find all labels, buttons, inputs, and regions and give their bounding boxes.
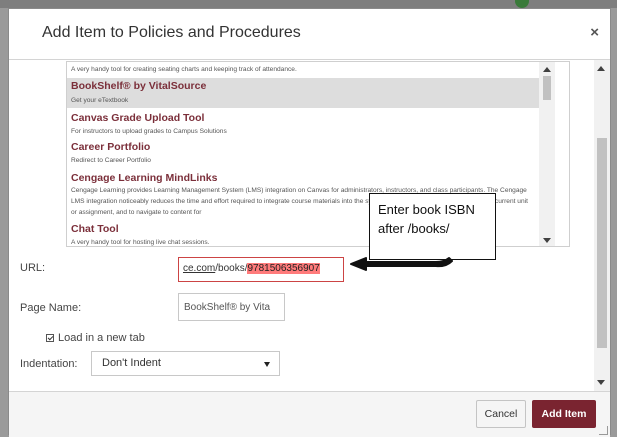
list-item[interactable]: Career Portfolio Redirect to Career Port… bbox=[67, 140, 539, 168]
scroll-up-icon[interactable] bbox=[543, 67, 551, 72]
load-new-tab-label[interactable]: Load in a new tab bbox=[58, 332, 145, 344]
resize-grip-icon[interactable] bbox=[599, 426, 608, 435]
annotation-callout: Enter book ISBN after /books/ bbox=[369, 193, 496, 260]
tool-list-scrollbar[interactable] bbox=[539, 62, 555, 246]
add-item-dialog: Add Item to Policies and Procedures × A … bbox=[8, 8, 611, 437]
tool-title[interactable]: Canvas Grade Upload Tool bbox=[71, 112, 204, 124]
scroll-up-icon[interactable] bbox=[597, 66, 605, 71]
page-name-input[interactable]: BookShelf® by Vita bbox=[178, 293, 285, 321]
cancel-button[interactable]: Cancel bbox=[476, 400, 526, 428]
dialog-title: Add Item to Policies and Procedures bbox=[42, 24, 301, 41]
page-name-label: Page Name: bbox=[20, 302, 82, 314]
callout-line-1: Enter book ISBN bbox=[378, 202, 475, 217]
list-item-selected[interactable]: BookShelf® by VitalSource Get your eText… bbox=[67, 78, 539, 108]
url-path-text: /books/ bbox=[215, 263, 248, 274]
dialog-scrollbar[interactable] bbox=[594, 60, 610, 391]
indentation-label: Indentation: bbox=[20, 358, 78, 370]
close-icon[interactable]: × bbox=[590, 25, 599, 40]
dialog-header: Add Item to Policies and Procedures × bbox=[9, 9, 610, 60]
url-isbn-highlight: 9781506356907 bbox=[247, 263, 320, 274]
tool-description: For instructors to upload grades to Camp… bbox=[71, 128, 227, 135]
indentation-value: Don't Indent bbox=[102, 357, 161, 369]
indentation-select[interactable]: Don't Indent bbox=[91, 351, 280, 376]
list-item[interactable]: A very handy tool for creating seating c… bbox=[67, 62, 539, 76]
url-domain-text: ce.com bbox=[183, 263, 216, 274]
url-input[interactable]: ce.com/books/9781506356907 bbox=[178, 257, 344, 282]
dialog-footer: Cancel Add Item bbox=[9, 391, 610, 437]
tool-title[interactable]: Chat Tool bbox=[71, 223, 119, 235]
callout-line-2: after /books/ bbox=[378, 221, 450, 236]
tool-description: Redirect to Career Portfolio bbox=[71, 157, 151, 164]
scroll-down-icon[interactable] bbox=[597, 380, 605, 385]
scrollbar-thumb[interactable] bbox=[597, 138, 607, 348]
tool-title[interactable]: Career Portfolio bbox=[71, 141, 150, 153]
tool-title[interactable]: BookShelf® by VitalSource bbox=[71, 80, 206, 92]
tool-description: Get your eTextbook bbox=[71, 97, 129, 104]
list-item[interactable]: Canvas Grade Upload Tool For instructors… bbox=[67, 111, 539, 139]
tool-title[interactable]: Cengage Learning MindLinks bbox=[71, 172, 217, 184]
scroll-down-icon[interactable] bbox=[543, 238, 551, 243]
tool-description: A very handy tool for hosting live chat … bbox=[71, 239, 210, 246]
add-item-button[interactable]: Add Item bbox=[532, 400, 596, 428]
url-label: URL: bbox=[20, 262, 46, 274]
tool-description: A very handy tool for creating seating c… bbox=[71, 66, 297, 73]
chevron-down-icon bbox=[264, 362, 270, 367]
load-new-tab-checkbox[interactable] bbox=[46, 334, 54, 342]
scrollbar-thumb[interactable] bbox=[543, 76, 551, 100]
